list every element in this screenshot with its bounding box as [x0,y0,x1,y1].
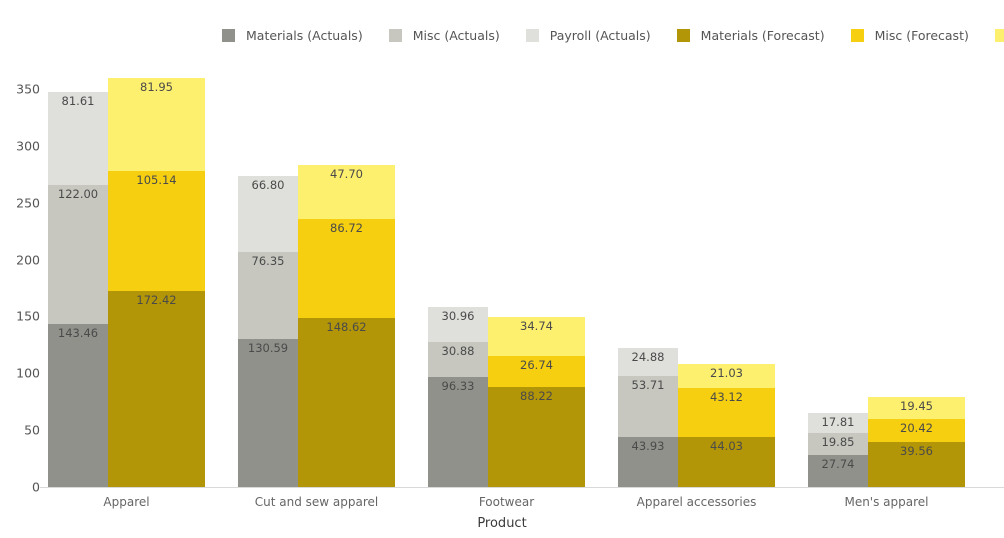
bar-segment-value-label: 122.00 [57,187,99,202]
stacked-bar[interactable]: 148.62 86.72 47.70 [298,165,395,487]
bar-segment[interactable]: 130.59 [238,338,298,487]
bar-segment[interactable]: 34.74 [488,316,585,357]
stacked-bar[interactable]: 43.93 53.71 24.88 [618,347,678,487]
bar-segment-value-label: 21.03 [710,366,743,380]
bar-segment-value-label: 81.61 [61,94,95,109]
bar-segment[interactable]: 122.00 [48,185,108,324]
bar-segment-value-label: 34.74 [520,318,553,333]
bar-segment-value-label: 27.74 [821,457,855,472]
bar-segment[interactable]: 19.85 [808,432,868,456]
x-axis-category-label: Apparel [103,495,150,509]
y-axis-tick-label: 300 [16,138,40,154]
stacked-bar[interactable]: 88.22 26.74 34.74 [488,316,585,487]
bar-segment-value-label: 24.88 [631,349,665,364]
bar-segment[interactable]: 96.33 [428,377,488,487]
bar-segment-value-label: 43.93 [631,439,665,454]
y-axis-tick-label: 250 [16,195,40,211]
bar-segment-value-label: 66.80 [251,177,285,192]
y-axis-tick-label: 150 [16,308,40,324]
bar-segment[interactable]: 44.03 [678,436,775,487]
stacked-bar[interactable]: 39.56 20.42 19.45 [868,396,965,487]
bar-segment-value-label: 130.59 [247,340,289,355]
stacked-bar[interactable]: 96.33 30.88 30.96 [428,307,488,487]
bar-segment[interactable]: 105.14 [108,171,205,291]
bar-segment-value-label: 172.42 [136,292,177,307]
stacked-bar[interactable]: 130.59 76.35 66.80 [238,175,298,487]
y-axis-tick-label: 350 [16,81,40,97]
bar-segment[interactable]: 86.72 [298,219,395,318]
bar-segment[interactable]: 76.35 [238,251,298,339]
bar-segment-value-label: 19.85 [821,434,855,449]
bar-segment[interactable]: 17.81 [808,412,868,433]
x-axis-title: Product [477,516,527,531]
bar-segment[interactable]: 27.74 [808,455,868,487]
bar-segment[interactable]: 26.74 [488,356,585,387]
x-axis-category-label: Apparel accessories [636,495,757,509]
bar-segment[interactable]: 39.56 [868,442,965,487]
bar-segment[interactable]: 47.70 [298,165,395,220]
bar-segment-value-label: 81.95 [140,80,173,95]
stacked-bar[interactable]: 44.03 43.12 21.03 [678,364,775,487]
y-axis-tick-label: 200 [16,252,40,268]
bar-segment[interactable]: 19.45 [868,396,965,419]
bar-segment[interactable]: 24.88 [618,347,678,376]
bar-segment[interactable]: 81.61 [48,92,108,186]
stacked-bar-chart: Materials (Actuals) Misc (Actuals) Payroll… [0,0,1004,538]
bar-segment[interactable]: 43.12 [678,387,775,437]
bar-segment[interactable]: 20.42 [868,418,965,443]
bar-segment-value-label: 19.45 [900,398,933,413]
x-axis-category-label: Men's apparel [844,495,929,509]
stacked-bar[interactable]: 27.74 19.85 17.81 [808,412,868,487]
bar-segment-value-label: 39.56 [900,444,933,459]
stacked-bar[interactable]: 143.46 122.00 81.61 [48,92,108,487]
bar-segment-value-label: 105.14 [136,173,177,188]
bar-segment-value-label: 47.70 [330,167,363,182]
bar-segment[interactable]: 21.03 [678,364,775,388]
bar-segment[interactable]: 143.46 [48,323,108,487]
bar-segment-value-label: 30.88 [441,344,475,359]
bar-segment-value-label: 88.22 [520,388,553,403]
bar-segment-value-label: 76.35 [251,253,285,268]
bar-segment-value-label: 44.03 [710,438,743,453]
bar-segment-value-label: 20.42 [900,420,933,435]
bar-segment[interactable]: 53.71 [618,375,678,438]
plot-area: 0 50 100 150 200 250 300 350 143.46 122.00 81.61 1… [0,0,1004,538]
bar-segment-value-label: 143.46 [57,325,99,340]
bar-segment[interactable]: 88.22 [488,386,585,487]
bar-segment-value-label: 96.33 [441,379,475,394]
x-axis-category-label: Footwear [478,495,535,509]
y-axis-tick-label: 50 [24,422,40,438]
bar-segment-value-label: 53.71 [631,377,665,392]
x-axis-category-label: Cut and sew apparel [254,495,379,509]
bar-segment[interactable]: 148.62 [298,318,395,487]
bar-segment-value-label: 148.62 [326,320,367,334]
stacked-bar[interactable]: 172.42 105.14 81.95 [108,78,205,487]
bar-segment[interactable]: 30.88 [428,342,488,378]
bar-segment-value-label: 86.72 [330,221,363,236]
bar-segment[interactable]: 43.93 [618,437,678,487]
bar-segment[interactable]: 172.42 [108,290,205,487]
bar-segment-value-label: 43.12 [710,389,743,404]
bar-segment-value-label: 17.81 [821,414,855,429]
bar-segment[interactable]: 30.96 [428,307,488,343]
bar-segment-value-label: 26.74 [520,358,553,373]
y-axis-tick-label: 0 [32,479,40,495]
x-axis-line [40,487,1004,488]
y-axis-tick-label: 100 [16,365,40,381]
bar-segment[interactable]: 66.80 [238,175,298,252]
bar-segment[interactable]: 81.95 [108,78,205,172]
bar-segment-value-label: 30.96 [441,309,475,324]
